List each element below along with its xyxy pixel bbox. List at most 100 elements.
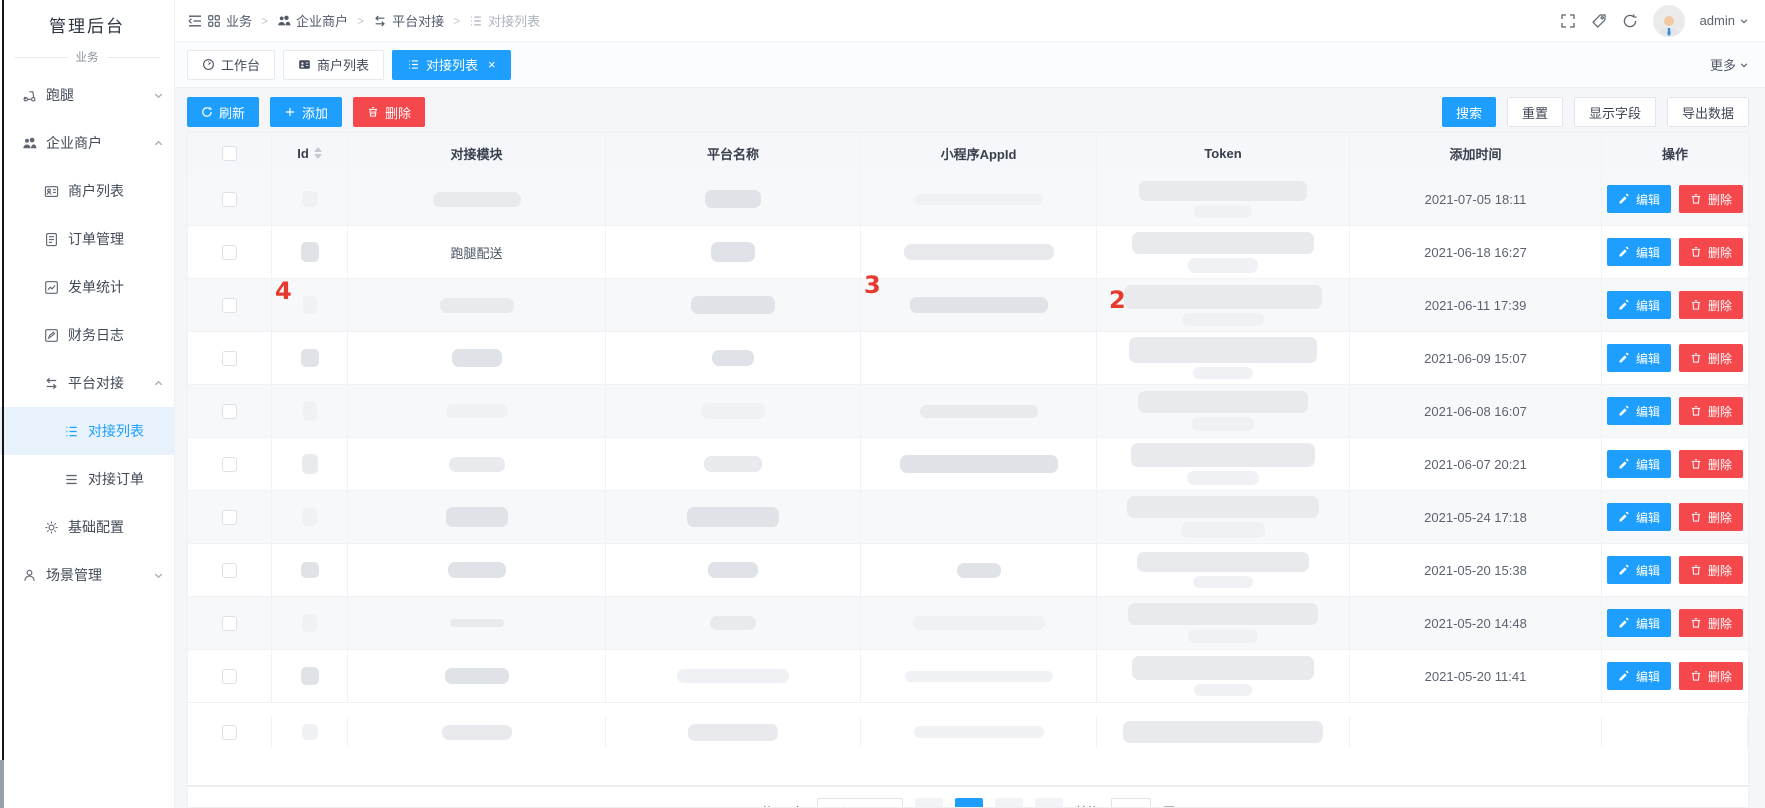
goto-unit: 页 bbox=[1163, 798, 1175, 807]
row-checkbox[interactable] bbox=[222, 510, 237, 525]
menu-fold-icon[interactable] bbox=[187, 13, 203, 29]
added-time: 2021-05-20 11:41 bbox=[1350, 650, 1602, 702]
row-checkbox[interactable] bbox=[222, 245, 237, 260]
edit-button[interactable]: 编辑 bbox=[1607, 344, 1671, 372]
edit-button[interactable]: 编辑 bbox=[1607, 185, 1671, 213]
refresh-button[interactable]: 刷新 bbox=[187, 97, 259, 127]
redacted-value bbox=[913, 616, 1045, 630]
sidebar-item-order-management[interactable]: 订单管理 bbox=[0, 215, 174, 263]
show-fields-button[interactable]: 显示字段 bbox=[1574, 97, 1656, 127]
more-dropdown[interactable]: 更多 bbox=[1710, 55, 1749, 74]
breadcrumb-item-platform-docking[interactable]: 平台对接 bbox=[373, 11, 444, 30]
reset-button[interactable]: 重置 bbox=[1507, 97, 1563, 127]
delete-button[interactable]: 删除 bbox=[1679, 556, 1743, 584]
trash-icon bbox=[1690, 670, 1702, 682]
grid-icon bbox=[207, 14, 221, 28]
sidebar-item-dispatch-stats[interactable]: 发单统计 bbox=[0, 263, 174, 311]
column-header-id[interactable]: Id bbox=[272, 133, 348, 173]
sidebar-item-docking-list[interactable]: 对接列表 bbox=[0, 407, 174, 455]
select-all-checkbox[interactable] bbox=[222, 146, 237, 161]
pencil-icon bbox=[1618, 617, 1630, 629]
delete-button[interactable]: 删除 bbox=[1679, 450, 1743, 478]
goto-page-input[interactable]: 1 bbox=[1111, 798, 1151, 807]
row-checkbox[interactable] bbox=[222, 351, 237, 366]
row-checkbox[interactable] bbox=[222, 669, 237, 684]
sidebar-item-scene-management[interactable]: 场景管理 bbox=[0, 551, 174, 599]
user-menu[interactable]: admin bbox=[1700, 13, 1749, 28]
tab-close-icon[interactable]: × bbox=[488, 58, 496, 71]
page-size-select[interactable]: 10条/页 bbox=[817, 798, 903, 807]
breadcrumb-item-enterprise-merchant[interactable]: 企业商户 bbox=[277, 11, 348, 30]
sidebar-item-merchant-list[interactable]: 商户列表 bbox=[0, 167, 174, 215]
redacted-value bbox=[1138, 391, 1308, 413]
finance-log-icon bbox=[44, 328, 59, 343]
delete-button[interactable]: 删除 bbox=[1679, 291, 1743, 319]
chevron-up-icon bbox=[153, 378, 164, 389]
edit-button[interactable]: 编辑 bbox=[1607, 662, 1671, 690]
edit-button[interactable]: 编辑 bbox=[1607, 503, 1671, 531]
edit-button[interactable]: 编辑 bbox=[1607, 609, 1671, 637]
delete-button[interactable]: 删除 bbox=[1679, 609, 1743, 637]
gear-icon bbox=[44, 520, 59, 535]
pencil-icon bbox=[1618, 458, 1630, 470]
edit-button[interactable]: 编辑 bbox=[1607, 556, 1671, 584]
prev-page-button[interactable]: < bbox=[915, 798, 943, 807]
edit-button[interactable]: 编辑 bbox=[1607, 397, 1671, 425]
redacted-value bbox=[445, 668, 509, 684]
tab-merchant-list[interactable]: 商户列表 bbox=[283, 50, 384, 80]
sort-icon[interactable] bbox=[314, 147, 322, 159]
refresh-icon[interactable] bbox=[1622, 13, 1638, 29]
fullscreen-icon[interactable] bbox=[1560, 13, 1576, 29]
delete-button[interactable]: 删除 bbox=[1679, 503, 1743, 531]
sidebar-item-finance-log[interactable]: 财务日志 bbox=[0, 311, 174, 359]
page-button-2[interactable]: 2 bbox=[995, 798, 1023, 807]
edit-button[interactable]: 编辑 bbox=[1607, 238, 1671, 266]
edit-button[interactable]: 编辑 bbox=[1607, 450, 1671, 478]
avatar[interactable] bbox=[1653, 5, 1685, 37]
added-time: 2021-05-20 15:38 bbox=[1350, 544, 1602, 596]
exchange-icon bbox=[44, 376, 59, 391]
sidebar-item-basic-config[interactable]: 基础配置 bbox=[0, 503, 174, 551]
added-time: 2021-05-20 14:48 bbox=[1350, 597, 1602, 649]
search-button[interactable]: 搜索 bbox=[1442, 97, 1496, 127]
redacted-value bbox=[302, 724, 318, 740]
edit-button[interactable]: 编辑 bbox=[1607, 291, 1671, 319]
row-checkbox[interactable] bbox=[222, 457, 237, 472]
sidebar-item-paotui[interactable]: 跑腿 bbox=[0, 71, 174, 119]
theme-tag-icon[interactable] bbox=[1591, 13, 1607, 29]
redacted-value bbox=[446, 404, 508, 418]
delete-button[interactable]: 删除 bbox=[1679, 397, 1743, 425]
tab-docking-list[interactable]: 对接列表 × bbox=[392, 50, 511, 80]
row-checkbox[interactable] bbox=[222, 192, 237, 207]
redacted-value bbox=[708, 562, 758, 578]
row-checkbox[interactable] bbox=[222, 404, 237, 419]
column-header-actions: 操作 bbox=[1602, 133, 1748, 173]
column-header-module: 对接模块 bbox=[348, 133, 606, 173]
added-time: 2021-06-09 15:07 bbox=[1350, 332, 1602, 384]
trash-icon bbox=[1690, 564, 1702, 576]
delete-button[interactable]: 删除 bbox=[1679, 662, 1743, 690]
page-button-1[interactable]: 1 bbox=[955, 798, 983, 807]
row-checkbox[interactable] bbox=[222, 616, 237, 631]
row-checkbox[interactable] bbox=[222, 298, 237, 313]
export-data-button[interactable]: 导出数据 bbox=[1667, 97, 1749, 127]
delete-button[interactable]: 删除 bbox=[1679, 185, 1743, 213]
sidebar-item-enterprise-merchant[interactable]: 企业商户 bbox=[0, 119, 174, 167]
breadcrumb-item-business[interactable]: 业务 bbox=[207, 11, 252, 30]
table-row: 2021-05-20 14:48 编辑 删除 bbox=[188, 597, 1748, 650]
row-checkbox[interactable] bbox=[222, 725, 237, 740]
redacted-value bbox=[904, 244, 1054, 260]
trash-icon bbox=[367, 106, 379, 118]
sidebar-item-docking-orders[interactable]: 对接订单 bbox=[0, 455, 174, 503]
tab-workbench[interactable]: 工作台 bbox=[187, 50, 275, 80]
row-checkbox[interactable] bbox=[222, 563, 237, 578]
delete-button[interactable]: 删除 bbox=[1679, 344, 1743, 372]
delete-button[interactable]: 删除 bbox=[1679, 238, 1743, 266]
sidebar-item-platform-docking[interactable]: 平台对接 bbox=[0, 359, 174, 407]
redacted-value bbox=[1123, 721, 1323, 743]
next-page-button[interactable]: > bbox=[1035, 798, 1063, 807]
redacted-value bbox=[688, 724, 778, 741]
dashboard-icon bbox=[202, 58, 215, 71]
add-button[interactable]: 添加 bbox=[270, 97, 342, 127]
delete-button[interactable]: 删除 bbox=[353, 97, 425, 127]
